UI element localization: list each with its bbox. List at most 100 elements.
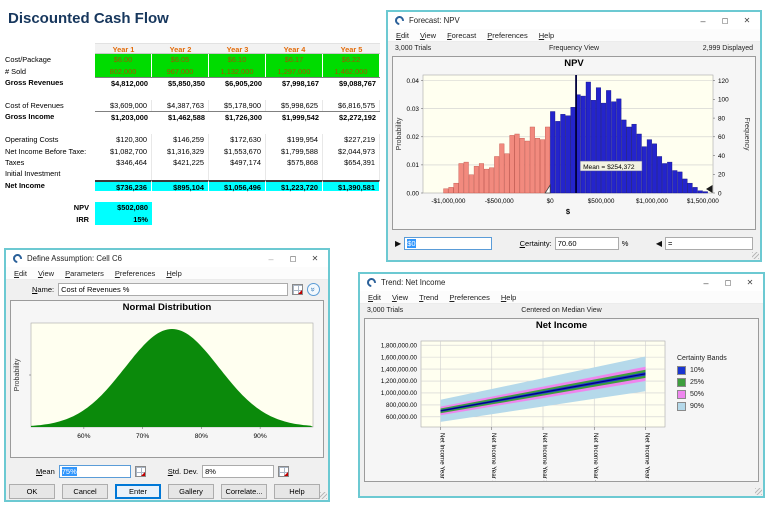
row-label[interactable]: Gross Revenues — [2, 77, 95, 88]
row-label[interactable]: Net Income Before Taxe: — [2, 146, 95, 157]
row-label[interactable]: Cost of Revenues — [2, 100, 95, 111]
row-label[interactable] — [2, 89, 95, 100]
table-cell[interactable]: $895,104 — [152, 179, 209, 192]
table-cell[interactable]: $146,259 — [152, 134, 209, 146]
minimize-icon[interactable] — [695, 275, 717, 290]
table-cell[interactable]: $1,999,542 — [266, 111, 323, 122]
menu-item-preferences[interactable]: Preferences — [487, 31, 527, 40]
table-cell[interactable]: $2,044,973 — [323, 145, 380, 157]
menu-item-preferences[interactable]: Preferences — [115, 269, 155, 278]
table-cell[interactable]: $1,223,720 — [266, 179, 323, 192]
column-header[interactable]: Year 1 — [95, 43, 152, 55]
table-cell[interactable]: $120,300 — [95, 134, 152, 146]
table-cell[interactable]: $1,316,329 — [152, 145, 209, 157]
menu-item-edit[interactable]: Edit — [368, 293, 381, 302]
table-cell[interactable] — [323, 168, 380, 180]
table-cell[interactable]: $9,088,767 — [323, 77, 380, 88]
column-header[interactable]: Year 5 — [323, 43, 380, 55]
table-cell[interactable] — [95, 89, 152, 100]
table-cell[interactable] — [95, 168, 152, 180]
table-cell[interactable] — [266, 89, 323, 100]
table-cell[interactable]: $6,905,200 — [209, 77, 266, 88]
table-cell[interactable]: $3,609,000 — [95, 99, 152, 112]
table-cell[interactable]: $1,726,300 — [209, 111, 266, 122]
summary-value[interactable]: 15% — [95, 213, 152, 226]
resize-grip[interactable] — [320, 492, 327, 499]
menu-item-parameters[interactable]: Parameters — [65, 269, 104, 278]
titlebar[interactable]: Define Assumption: Cell C6 — [6, 250, 328, 267]
table-cell[interactable]: $4,812,000 — [95, 77, 152, 88]
table-cell[interactable]: 967,000 — [152, 65, 209, 78]
close-icon[interactable] — [304, 251, 326, 266]
titlebar[interactable]: Trend: Net Income — [360, 274, 763, 291]
menu-item-forecast[interactable]: Forecast — [447, 31, 476, 40]
maximize-icon[interactable] — [717, 275, 739, 290]
table-cell[interactable]: 1,132,000 — [209, 65, 266, 78]
table-cell[interactable]: $497,174 — [209, 156, 266, 169]
table-cell[interactable]: $6.05 — [152, 54, 209, 66]
table-cell[interactable] — [209, 168, 266, 180]
menu-item-help[interactable]: Help — [539, 31, 554, 40]
table-cell[interactable]: $654,391 — [323, 156, 380, 169]
row-label[interactable]: Gross Income — [2, 111, 95, 122]
lower-grabber-icon[interactable] — [395, 239, 401, 248]
lower-bound-input[interactable]: $0 — [404, 237, 493, 250]
resize-grip[interactable] — [752, 252, 759, 259]
table-cell[interactable] — [152, 168, 209, 180]
table-cell[interactable]: $1,462,588 — [152, 111, 209, 122]
table-cell[interactable] — [266, 123, 323, 134]
menu-item-help[interactable]: Help — [166, 269, 181, 278]
table-cell[interactable]: $6.22 — [323, 54, 380, 66]
summary-value[interactable]: $502,080 — [95, 202, 152, 214]
upper-bound-input[interactable] — [665, 237, 753, 250]
table-cell[interactable]: $1,056,496 — [209, 179, 266, 192]
table-cell[interactable]: $736,236 — [95, 179, 152, 192]
row-label[interactable]: Taxes — [2, 157, 95, 168]
enter-button[interactable]: Enter — [115, 484, 161, 499]
table-cell[interactable]: $6.10 — [209, 54, 266, 66]
table-cell[interactable]: $7,998,167 — [266, 77, 323, 88]
minimize-icon[interactable] — [692, 13, 714, 28]
table-cell[interactable]: $2,272,192 — [323, 111, 380, 122]
table-cell[interactable]: $5,850,350 — [152, 77, 209, 88]
table-cell[interactable] — [266, 168, 323, 180]
table-cell[interactable] — [152, 123, 209, 134]
table-cell[interactable]: $6.17 — [266, 54, 323, 66]
table-cell[interactable]: $1,390,581 — [323, 179, 380, 192]
minimize-icon[interactable] — [260, 251, 282, 266]
table-cell[interactable] — [152, 89, 209, 100]
table-cell[interactable]: $1,082,700 — [95, 145, 152, 157]
table-cell[interactable]: $227,219 — [323, 134, 380, 146]
table-cell[interactable] — [95, 123, 152, 134]
help-button[interactable]: Help — [274, 484, 320, 499]
row-label[interactable]: Net Income — [2, 180, 95, 191]
table-cell[interactable] — [209, 89, 266, 100]
cell-reference-icon[interactable] — [292, 284, 303, 295]
menu-item-edit[interactable]: Edit — [396, 31, 409, 40]
table-cell[interactable]: 1,462,000 — [323, 65, 380, 78]
menu-item-view[interactable]: View — [38, 269, 54, 278]
table-cell[interactable]: $5,178,900 — [209, 99, 266, 112]
table-cell[interactable]: $6.00 — [95, 54, 152, 66]
close-icon[interactable] — [736, 13, 758, 28]
close-icon[interactable] — [739, 275, 761, 290]
gallery-button[interactable]: Gallery — [168, 484, 214, 499]
column-header[interactable]: Year 3 — [209, 43, 266, 55]
table-cell[interactable]: $346,464 — [95, 156, 152, 169]
table-cell[interactable]: 802,000 — [95, 65, 152, 78]
titlebar[interactable]: Forecast: NPV — [388, 12, 760, 29]
menu-item-edit[interactable]: Edit — [14, 269, 27, 278]
correlate-button[interactable]: Correlate... — [221, 484, 267, 499]
table-cell[interactable]: $5,998,625 — [266, 99, 323, 112]
column-header[interactable]: Year 4 — [266, 43, 323, 55]
row-label[interactable]: # Sold — [2, 66, 95, 77]
maximize-icon[interactable] — [282, 251, 304, 266]
menu-item-trend[interactable]: Trend — [419, 293, 438, 302]
mean-input[interactable]: 75% — [58, 465, 131, 478]
table-cell[interactable]: $421,225 — [152, 156, 209, 169]
column-header[interactable]: Year 2 — [152, 43, 209, 55]
table-cell[interactable] — [323, 89, 380, 100]
menu-item-view[interactable]: View — [392, 293, 408, 302]
table-cell[interactable]: $1,203,000 — [95, 111, 152, 122]
cancel-button[interactable]: Cancel — [62, 484, 108, 499]
